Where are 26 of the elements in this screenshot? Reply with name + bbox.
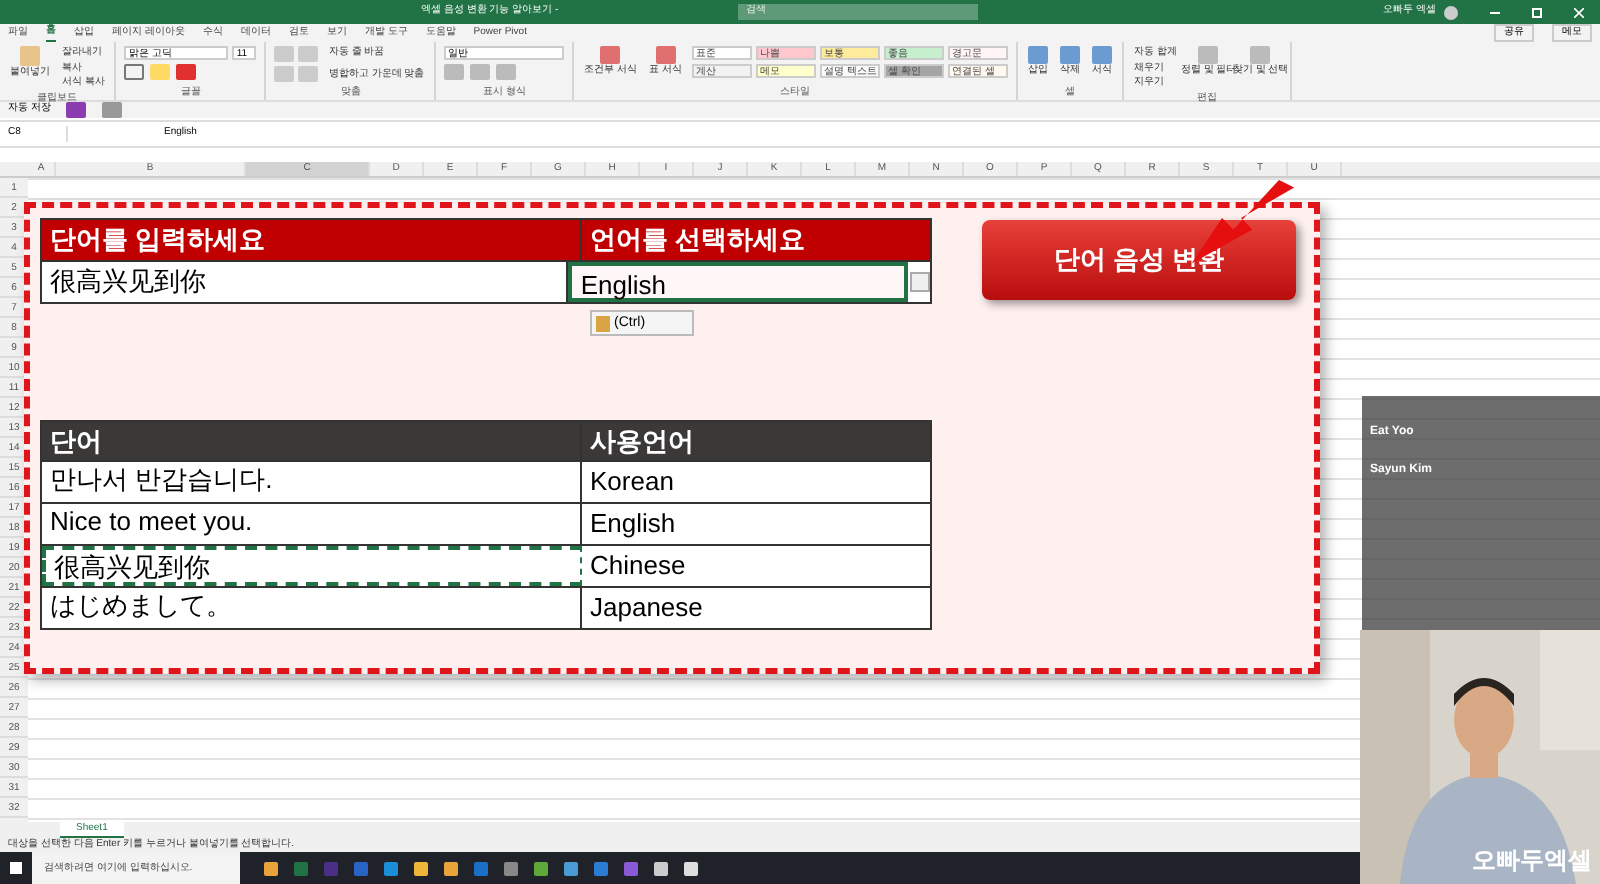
taskbar-app-icon[interactable] [654, 861, 668, 875]
table-cell-text: English [588, 506, 678, 542]
taskbar-app-icon[interactable] [684, 861, 698, 875]
dropdown-button[interactable] [910, 272, 930, 292]
table-cell: 만나서 반갑습니다. [42, 462, 582, 502]
table-cell-text: Korean [588, 464, 676, 500]
taskbar-app-icon[interactable] [264, 861, 278, 875]
table-header: 단어 [42, 422, 582, 460]
table-cell-text: Chinese [588, 548, 688, 584]
taskbar-app-icon[interactable] [444, 861, 458, 875]
table-header: 언어를 선택하세요 [582, 220, 930, 260]
close-icon[interactable] [1574, 7, 1585, 17]
maximize-icon[interactable] [1532, 7, 1543, 17]
start-icon[interactable] [10, 862, 22, 874]
channel-logo: 오빠두엑셀 [1472, 844, 1592, 878]
table-header: 사용언어 [582, 422, 930, 460]
table-cell: はじめまして。 [42, 588, 582, 628]
table-cell: Nice to meet you. [42, 504, 582, 544]
table-cell-text: Japanese [588, 590, 705, 626]
table-header: 단어를 입력하세요 [42, 220, 582, 260]
taskbar-app-icon[interactable] [414, 861, 428, 875]
taskbar-app-icon[interactable] [564, 861, 578, 875]
taskbar-app-icon[interactable] [534, 861, 548, 875]
avatar-icon[interactable] [1444, 5, 1459, 19]
minimize-icon[interactable] [1490, 11, 1501, 13]
language-dropdown[interactable]: English [568, 262, 909, 302]
